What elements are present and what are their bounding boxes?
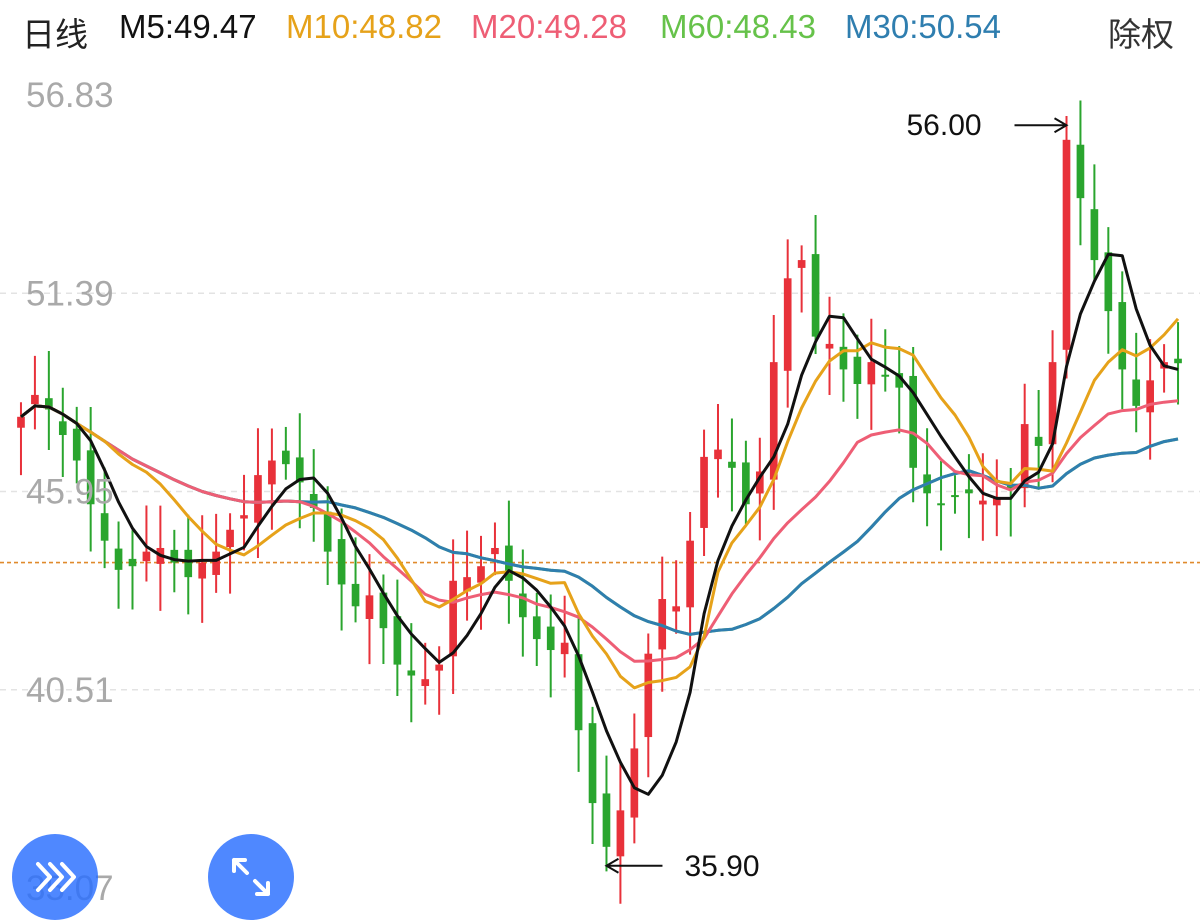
candle-body (965, 489, 973, 494)
expand-arrows-icon (232, 858, 270, 896)
ma-lines-layer (20, 252, 1180, 796)
candle-body (184, 549, 193, 578)
candle-body (686, 540, 694, 608)
candle-body (951, 495, 959, 498)
candle-body (351, 583, 360, 607)
candle-body (728, 461, 736, 468)
candle-body (226, 529, 234, 548)
candle-body (449, 580, 457, 657)
candle-body (853, 356, 862, 384)
y-tick-label: 40.51 (26, 671, 114, 710)
candle-body (979, 500, 987, 505)
candles-layer (17, 100, 1182, 904)
candle-body (644, 653, 653, 738)
candle-body (1034, 436, 1043, 446)
candle-body (1090, 209, 1099, 261)
fullscreen-fab[interactable] (208, 834, 294, 920)
candle-body (546, 626, 555, 651)
candle-body (491, 547, 499, 555)
candle-body (282, 450, 290, 465)
max-price-label: 56.00 (907, 109, 982, 142)
candle-body (1118, 302, 1127, 370)
ma30-line (20, 404, 1179, 636)
candle-body (323, 511, 332, 552)
candle-body (937, 503, 945, 506)
y-tick-label: 45.95 (26, 473, 114, 512)
candle-body (588, 723, 597, 804)
candle-body (616, 810, 625, 857)
candle-body (1062, 139, 1071, 350)
candle-body (532, 616, 541, 640)
candle-body (421, 679, 430, 687)
candle-body (560, 642, 569, 655)
candle-body (393, 616, 402, 665)
y-tick-label: 51.39 (26, 274, 114, 313)
candle-body (407, 670, 416, 676)
candle-body (1076, 144, 1085, 199)
candle-body (783, 278, 792, 371)
candle-body (1132, 379, 1141, 406)
candle-body (811, 254, 820, 337)
candle-body (365, 595, 374, 620)
candle-body (240, 515, 248, 519)
candle-body (114, 548, 123, 570)
candle-body (1174, 358, 1182, 364)
y-tick-label: 56.83 (26, 76, 114, 115)
candle-body (881, 374, 890, 377)
collapse-fab[interactable] (12, 834, 98, 920)
candle-body (825, 343, 834, 349)
candle-body (268, 460, 276, 485)
candle-body (714, 449, 722, 460)
candle-body (58, 421, 67, 436)
candle-body (17, 416, 25, 428)
candle-body (337, 539, 346, 585)
ma60-line (20, 404, 1179, 636)
candle-body (797, 260, 806, 268)
candle-body (700, 456, 708, 528)
candlestick-chart[interactable]: 56.8351.3945.9540.5135.07 56.0035.90 (0, 0, 1200, 923)
candle-body (254, 475, 262, 523)
candle-body (100, 513, 109, 541)
candle-body (212, 551, 220, 575)
candle-body (867, 362, 876, 385)
min-price-label: 35.90 (684, 850, 759, 883)
candle-body (72, 428, 81, 461)
max-arrow (1014, 117, 1069, 134)
candle-body (198, 562, 207, 579)
double-chevron-icon (36, 862, 76, 892)
candle-body (128, 558, 137, 567)
ma20-line (20, 399, 1179, 663)
candle-body (31, 394, 39, 405)
candle-body (1146, 380, 1154, 413)
y-axis-labels: 56.8351.3945.9540.5135.07 (26, 76, 114, 908)
min-arrow (604, 857, 663, 874)
candle-body (602, 793, 611, 847)
candle-body (142, 551, 151, 562)
candle-body (672, 606, 681, 612)
candle-body (435, 664, 444, 671)
grid-lines (0, 292, 1200, 691)
